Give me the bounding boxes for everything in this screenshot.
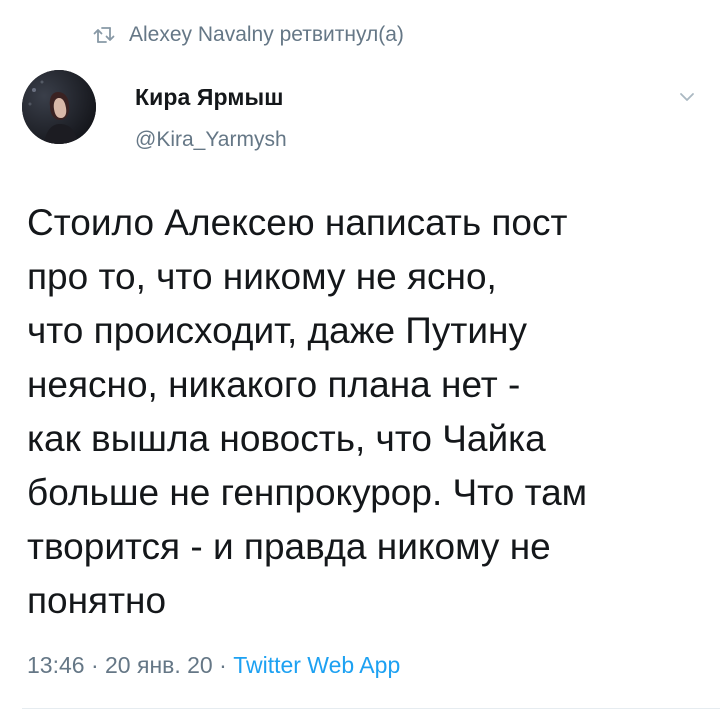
tweet-text: Стоило Алексею написать пост про то, что… xyxy=(27,196,713,628)
tweet-line: как вышла новость, что Чайка xyxy=(27,418,546,459)
author-handle[interactable]: @Kira_Yarmysh xyxy=(135,128,287,152)
tweet-line: творится - и правда никому не xyxy=(27,526,551,567)
tweet-line: понятно xyxy=(27,580,167,621)
tweet-time[interactable]: 13:46 xyxy=(27,652,85,678)
tweet-meta: 13:46 · 20 янв. 20 · Twitter Web App xyxy=(27,652,400,679)
tweet-date[interactable]: 20 янв. 20 xyxy=(105,652,213,678)
tweet-line: Стоило Алексею написать пост xyxy=(27,202,568,243)
meta-separator: · xyxy=(84,652,106,678)
tweet-line: больше не генпрокурор. Что там xyxy=(27,472,588,513)
tweet-line: неясно, никакого плана нет - xyxy=(27,364,521,405)
tweet-line: про то, что никому не ясно, xyxy=(27,256,497,297)
tweet-source-link[interactable]: Twitter Web App xyxy=(233,652,400,678)
divider xyxy=(22,708,720,709)
retweet-icon xyxy=(93,26,115,44)
retweet-header: Alexey Navalny ретвитнул(а) xyxy=(93,18,404,52)
chevron-down-icon[interactable] xyxy=(676,86,698,108)
retweeter-link[interactable]: Alexey Navalny ретвитнул(а) xyxy=(129,23,404,47)
tweet-line: что происходит, даже Путину xyxy=(27,310,527,351)
meta-separator: · xyxy=(212,652,234,678)
avatar[interactable] xyxy=(22,70,96,144)
author-name[interactable]: Кира Ярмыш xyxy=(135,84,284,111)
